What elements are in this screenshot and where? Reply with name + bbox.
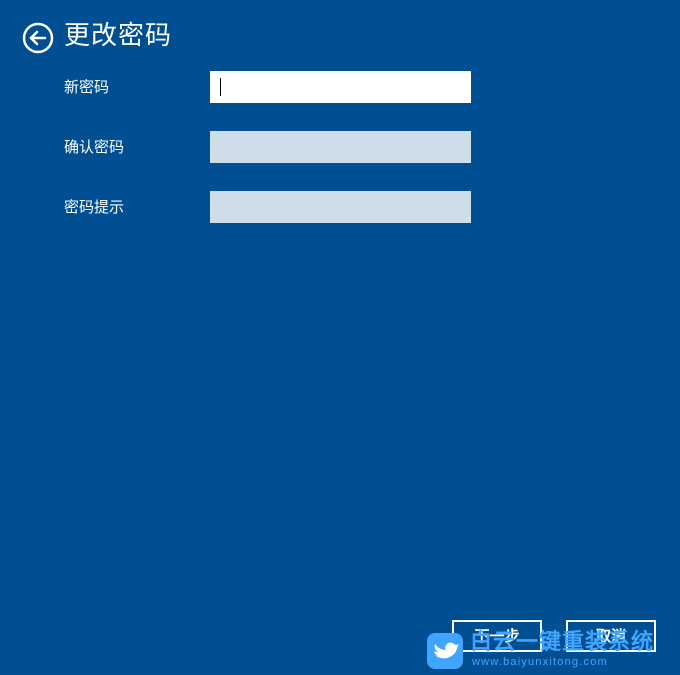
password-hint-label: 密码提示	[64, 198, 125, 216]
password-hint-input[interactable]	[210, 191, 471, 223]
new-password-input[interactable]	[210, 71, 471, 103]
watermark-title: 白云一键重装系统	[470, 630, 655, 655]
watermark-url: www.baiyunxitong.com	[472, 656, 608, 668]
confirm-password-input[interactable]	[210, 131, 471, 163]
back-button[interactable]	[22, 22, 54, 54]
page-title: 更改密码	[64, 21, 173, 51]
bird-logo-icon	[427, 633, 463, 669]
confirm-password-label: 确认密码	[64, 138, 125, 156]
back-arrow-circle-icon	[22, 22, 54, 54]
text-caret	[220, 78, 221, 96]
new-password-label: 新密码	[64, 78, 110, 96]
watermark: 白云一键重装系统 www.baiyunxitong.com	[426, 630, 676, 672]
